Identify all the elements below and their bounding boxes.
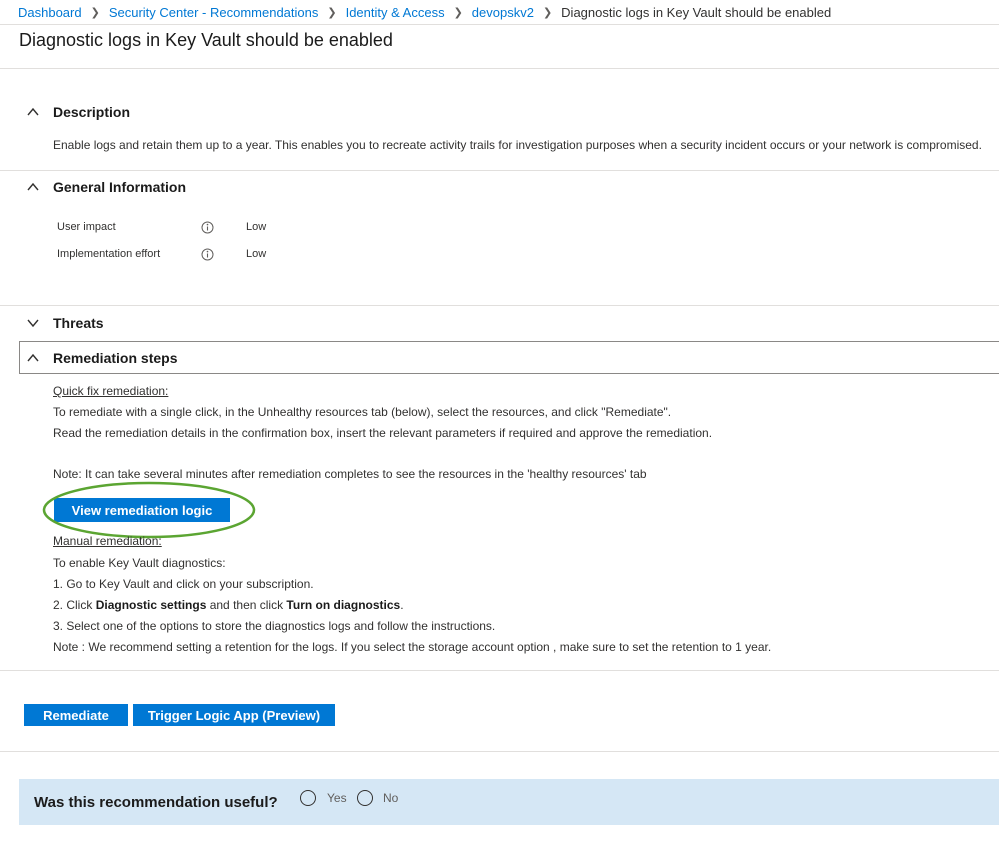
- user-impact-value: Low: [246, 221, 267, 233]
- diagnostic-settings-keyword: Diagnostic settings: [95, 598, 207, 612]
- actions-divider: [0, 751, 999, 752]
- step-2-text: 2. Click: [53, 598, 96, 612]
- description-text: Enable logs and retain them up to a year…: [53, 138, 982, 152]
- quick-fix-line-1: To remediate with a single click, in the…: [53, 405, 672, 419]
- highlight-ellipse: [42, 481, 256, 539]
- user-impact-label: User impact: [57, 221, 116, 233]
- implementation-effort-label: Implementation effort: [57, 248, 161, 260]
- trigger-logic-app-button[interactable]: Trigger Logic App (Preview): [133, 704, 335, 726]
- chevron-down-icon: [26, 316, 40, 330]
- quick-fix-line-2: Read the remediation details in the conf…: [53, 426, 713, 440]
- general-info-divider: [0, 305, 999, 306]
- description-divider: [0, 170, 999, 171]
- threats-header-label: Threats: [53, 315, 104, 331]
- implementation-effort-value: Low: [246, 248, 267, 260]
- feedback-no-radio[interactable]: [357, 790, 373, 806]
- step-2-text: .: [400, 598, 404, 612]
- breadcrumb-dashboard[interactable]: Dashboard: [18, 5, 82, 20]
- feedback-yes-radio[interactable]: [300, 790, 316, 806]
- remediation-header[interactable]: Remediation steps: [26, 348, 177, 368]
- breadcrumb-divider: [0, 24, 999, 25]
- breadcrumb-current: Diagnostic logs in Key Vault should be e…: [561, 4, 832, 20]
- breadcrumb-security-center[interactable]: Security Center - Recommendations: [109, 5, 319, 20]
- title-divider: [0, 68, 999, 69]
- page-title: Diagnostic logs in Key Vault should be e…: [19, 30, 393, 50]
- remediation-header-label: Remediation steps: [53, 350, 178, 366]
- general-info-header[interactable]: General Information: [26, 177, 186, 197]
- info-icon[interactable]: [201, 248, 214, 261]
- general-info-header-label: General Information: [53, 179, 187, 195]
- chevron-right-icon: ❯: [327, 6, 337, 19]
- breadcrumb: Dashboard ❯ Security Center - Recommenda…: [18, 3, 831, 21]
- quick-fix-note: Note: It can take several minutes after …: [53, 467, 647, 481]
- chevron-right-icon: ❯: [90, 6, 100, 19]
- manual-step-2: 2. Click Diagnostic settings and then cl…: [53, 598, 404, 612]
- manual-step-3: 3. Select one of the options to store th…: [53, 619, 496, 633]
- quick-fix-title: Quick fix remediation:: [53, 384, 169, 398]
- description-header[interactable]: Description: [26, 102, 130, 122]
- threats-header[interactable]: Threats: [26, 313, 104, 333]
- turn-on-diagnostics-keyword: Turn on diagnostics: [286, 598, 401, 612]
- step-2-text: and then click: [206, 598, 287, 612]
- feedback-no-label[interactable]: No: [383, 791, 398, 805]
- chevron-up-icon: [26, 180, 40, 194]
- feedback-yes-label[interactable]: Yes: [327, 791, 347, 805]
- manual-note: Note : We recommend setting a retention …: [53, 640, 772, 654]
- feedback-question: Was this recommendation useful?: [34, 794, 278, 811]
- info-icon[interactable]: [201, 221, 214, 234]
- breadcrumb-devopskv2[interactable]: devopskv2: [472, 5, 534, 20]
- description-header-label: Description: [53, 104, 131, 120]
- manual-remediation-title: Manual remediation:: [53, 534, 162, 548]
- manual-intro: To enable Key Vault diagnostics:: [53, 556, 226, 570]
- chevron-up-icon: [26, 105, 40, 119]
- remediate-button[interactable]: Remediate: [24, 704, 128, 726]
- feedback-bar: Was this recommendation useful? Yes No: [19, 779, 999, 825]
- breadcrumb-identity-access[interactable]: Identity & Access: [346, 5, 445, 20]
- manual-step-1: 1. Go to Key Vault and click on your sub…: [53, 577, 314, 591]
- chevron-right-icon: ❯: [453, 6, 463, 19]
- chevron-up-icon: [26, 351, 40, 365]
- remediation-divider: [0, 670, 999, 671]
- chevron-right-icon: ❯: [542, 6, 553, 19]
